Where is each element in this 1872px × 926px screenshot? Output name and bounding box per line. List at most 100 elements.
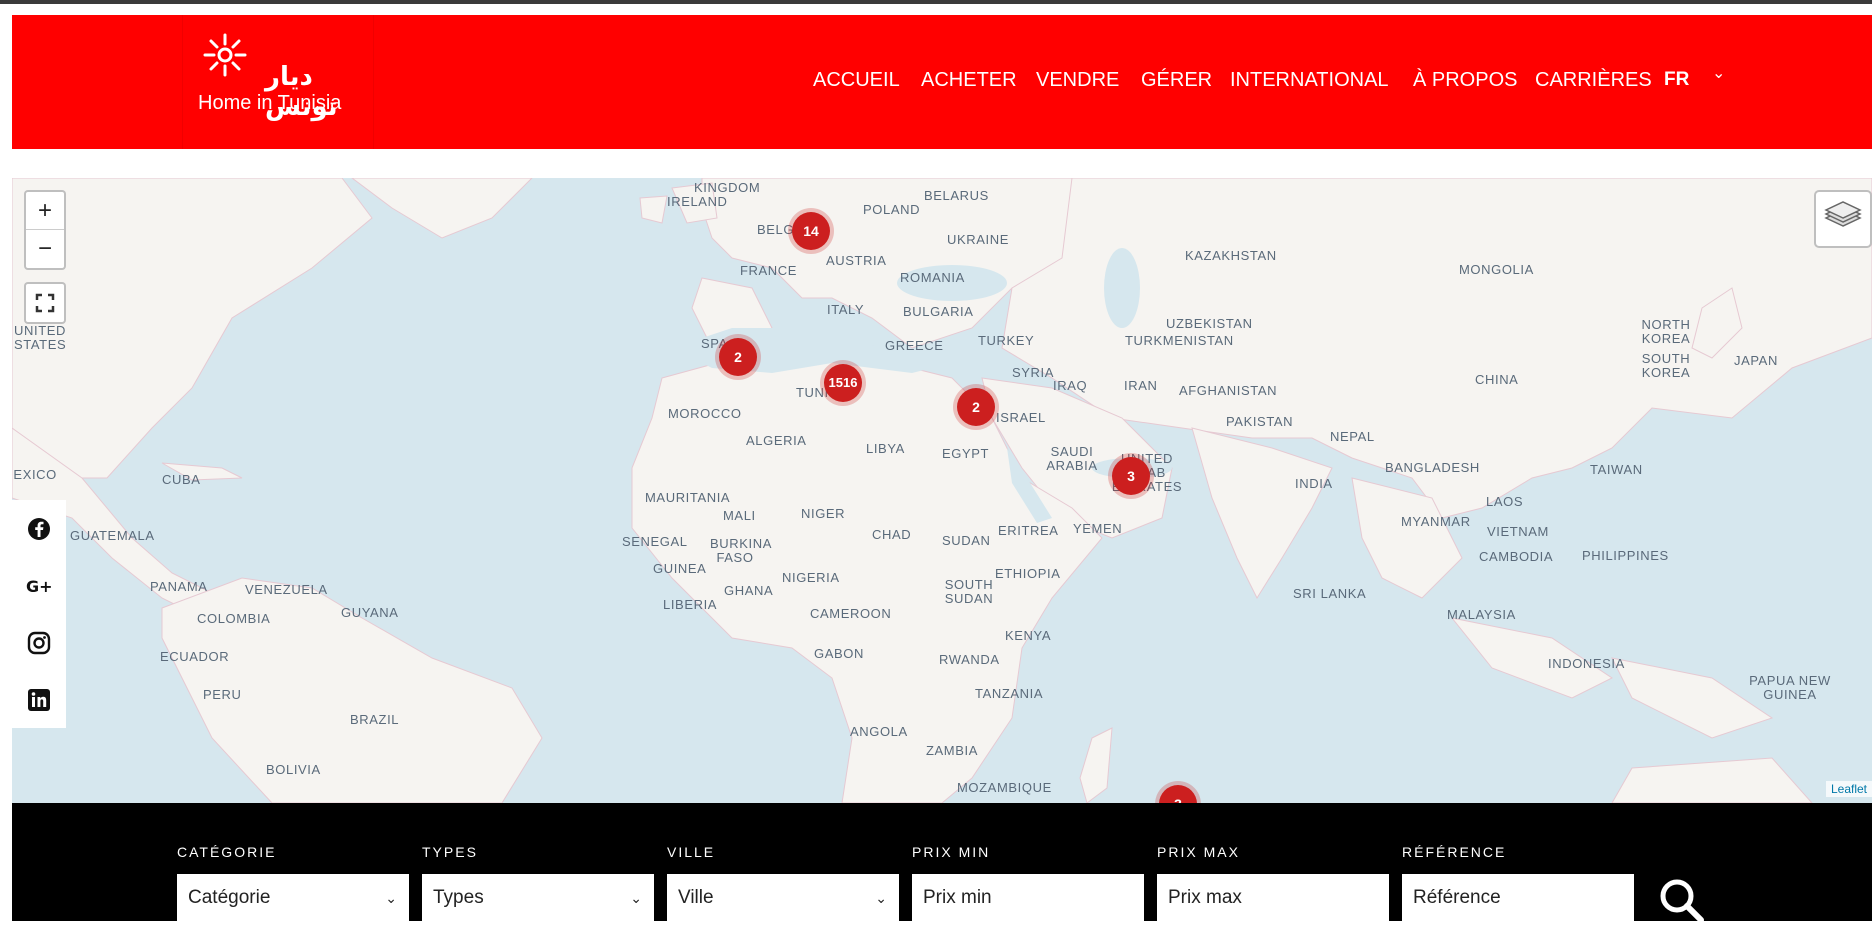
map-label: FRANCE bbox=[740, 263, 798, 278]
map-label: ETHIOPIA bbox=[995, 566, 1061, 581]
field-label: PRIX MAX bbox=[1157, 844, 1240, 860]
map-label: BELARUS bbox=[924, 188, 989, 203]
chevron-down-icon: ⌄ bbox=[385, 890, 397, 906]
map-label: EGYPT bbox=[942, 446, 990, 461]
nav-international[interactable]: INTERNATIONAL bbox=[1230, 69, 1389, 92]
reference-field: RÉFÉRENCE Référence bbox=[1402, 844, 1634, 922]
search-bar: CATÉGORIE Catégorie ⌄ TYPES Types ⌄ VILLE … bbox=[12, 803, 1872, 923]
map-attribution[interactable]: Leaflet bbox=[1825, 781, 1872, 797]
map-cluster-marker[interactable]: 1516 bbox=[824, 364, 862, 402]
map-label: GUATEMALA bbox=[70, 528, 155, 543]
nav-acheter[interactable]: ACHETER bbox=[921, 69, 1017, 92]
map-label: SENEGAL bbox=[622, 534, 688, 549]
instagram-icon bbox=[27, 631, 51, 654]
city-select[interactable]: Ville ⌄ bbox=[667, 874, 899, 922]
map-label: MALAYSIA bbox=[1447, 607, 1516, 622]
chevron-down-icon[interactable]: ⌄ bbox=[1712, 63, 1725, 83]
site-header: ديار تونس Home in Tunisia ACCUEIL ACHETE… bbox=[12, 15, 1872, 149]
map-label: YEMEN bbox=[1073, 521, 1123, 536]
map-label: ANGOLA bbox=[850, 724, 908, 739]
nav-a-propos[interactable]: À PROPOS bbox=[1413, 69, 1517, 92]
types-select[interactable]: Types ⌄ bbox=[422, 874, 654, 922]
price-max-input[interactable]: Prix max bbox=[1157, 874, 1389, 922]
price-max-field: PRIX MAX Prix max bbox=[1157, 844, 1389, 922]
map-label: NEPAL bbox=[1330, 429, 1375, 444]
map-label: SAUDI ARABIA bbox=[1046, 444, 1098, 473]
category-field: CATÉGORIE Catégorie ⌄ bbox=[177, 844, 409, 922]
search-button[interactable] bbox=[1657, 876, 1707, 923]
price-min-input[interactable]: Prix min bbox=[912, 874, 1144, 922]
map-label: AFGHANISTAN bbox=[1179, 383, 1278, 398]
nav-accueil[interactable]: ACCUEIL bbox=[813, 69, 900, 92]
map-label: PANAMA bbox=[150, 579, 208, 594]
price-min-field: PRIX MIN Prix min bbox=[912, 844, 1144, 922]
map-label: UZBEKISTAN bbox=[1166, 316, 1253, 331]
map-label: INDONESIA bbox=[1548, 656, 1625, 671]
layers-button[interactable] bbox=[1814, 190, 1872, 248]
map-label: INDIA bbox=[1295, 476, 1333, 491]
map-label: BELG bbox=[757, 222, 795, 237]
map-label: VENEZUELA bbox=[245, 582, 328, 597]
map-label: VIETNAM bbox=[1487, 524, 1549, 539]
map-label: GUYANA bbox=[341, 605, 399, 620]
map-label: COLOMBIA bbox=[197, 611, 271, 626]
instagram-link[interactable] bbox=[12, 614, 66, 671]
map-label: PHILIPPINES bbox=[1582, 548, 1669, 563]
zoom-in-button[interactable]: + bbox=[26, 192, 64, 230]
map-label: LIBYA bbox=[866, 441, 905, 456]
map-label: GHANA bbox=[724, 583, 774, 598]
map-label: KINGDOM bbox=[694, 180, 761, 195]
map-label: CAMEROON bbox=[810, 606, 892, 621]
map-label: KAZAKHSTAN bbox=[1185, 248, 1277, 263]
map-label: SOUTH KOREA bbox=[1641, 351, 1691, 380]
map-label: BRAZIL bbox=[350, 712, 400, 727]
map-cluster-marker[interactable]: 2 bbox=[957, 388, 995, 426]
map-label: CUBA bbox=[162, 472, 201, 487]
map-label: JAPAN bbox=[1734, 353, 1778, 368]
nav-carrieres[interactable]: CARRIÈRES bbox=[1535, 69, 1652, 92]
zoom-control: + − bbox=[24, 190, 66, 270]
field-label: TYPES bbox=[422, 844, 478, 860]
zoom-out-button[interactable]: − bbox=[26, 230, 64, 267]
map-label: ITALY bbox=[827, 302, 865, 317]
facebook-link[interactable] bbox=[12, 500, 66, 557]
map-label: PAPUA NEW GUINEA bbox=[1749, 673, 1831, 702]
linkedin-link[interactable] bbox=[12, 671, 66, 728]
social-sidebar: G+ bbox=[12, 500, 66, 728]
fullscreen-button[interactable] bbox=[24, 282, 66, 324]
map-label: BURKINA FASO bbox=[710, 536, 772, 565]
map-label: BULGARIA bbox=[903, 304, 974, 319]
map-label: CAMBODIA bbox=[1479, 549, 1554, 564]
types-field: TYPES Types ⌄ bbox=[422, 844, 654, 922]
map-cluster-marker[interactable]: 14 bbox=[792, 212, 830, 250]
map[interactable]: KINGDOM IRELAND BELARUS POLAND UKRAINE B… bbox=[12, 178, 1872, 803]
map-label: IRAQ bbox=[1053, 378, 1088, 393]
google-plus-link[interactable]: G+ bbox=[12, 557, 66, 614]
field-label: RÉFÉRENCE bbox=[1402, 844, 1507, 860]
map-label: SOUTH SUDAN bbox=[944, 577, 994, 606]
language-selector[interactable]: FR bbox=[1664, 69, 1689, 91]
map-label: CHAD bbox=[872, 527, 912, 542]
field-label: VILLE bbox=[667, 844, 716, 860]
map-label: MONGOLIA bbox=[1459, 262, 1534, 277]
category-select[interactable]: Catégorie ⌄ bbox=[177, 874, 409, 922]
field-label: CATÉGORIE bbox=[177, 844, 277, 860]
map-label: ERITREA bbox=[998, 523, 1059, 538]
map-cluster-marker[interactable]: 2 bbox=[719, 338, 757, 376]
select-value: Ville bbox=[678, 887, 714, 908]
map-label: CHINA bbox=[1475, 372, 1519, 387]
reference-input[interactable]: Référence bbox=[1402, 874, 1634, 922]
map-label: IRAN bbox=[1124, 378, 1158, 393]
map-label: MAURITANIA bbox=[645, 490, 731, 505]
nav-vendre[interactable]: VENDRE bbox=[1036, 69, 1119, 92]
map-label: UNITED STATES bbox=[14, 323, 67, 352]
map-label: MOROCCO bbox=[668, 406, 742, 421]
google-plus-icon: G+ bbox=[26, 577, 53, 596]
map-label: MALI bbox=[723, 508, 756, 523]
map-label: PERU bbox=[203, 687, 242, 702]
map-label: NIGERIA bbox=[782, 570, 840, 585]
map-cluster-marker[interactable]: 3 bbox=[1112, 457, 1150, 495]
map-label: NORTH KOREA bbox=[1641, 317, 1691, 346]
nav-gerer[interactable]: GÉRER bbox=[1141, 69, 1212, 92]
map-label: SYRIA bbox=[1012, 365, 1055, 380]
